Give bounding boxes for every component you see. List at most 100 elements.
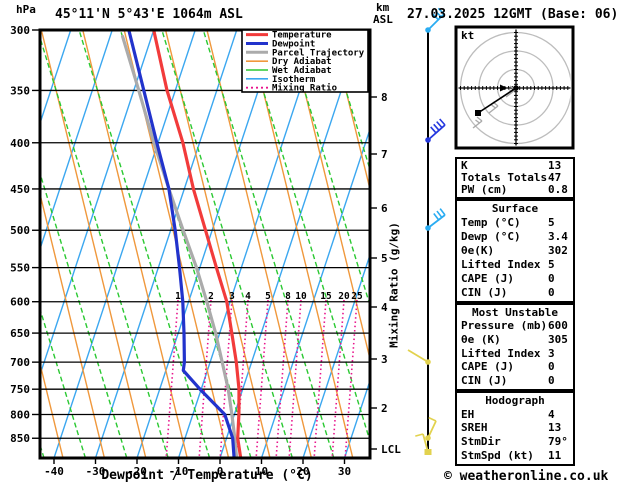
stats-box-header: Hodograph [485, 393, 545, 407]
wet-adiabat-line [202, 31, 335, 457]
stats-row: StmDir 79° [461, 436, 569, 448]
skewt-sounding-screen: 1 2 3 4 5 8 10 15 20 25 300 350 400 450 500 550 600 650 70… [0, 0, 629, 486]
station-title: 45°11'N 5°43'E 1064m ASL [55, 7, 243, 22]
stats-row: StmSpd (kt) 11 [461, 450, 569, 462]
pressure-tick-label: 750 [10, 383, 30, 396]
stats-row-label: Pressure (mb) [461, 319, 548, 333]
height-axis-unit-asl: ASL [373, 13, 393, 26]
wet-adiabat-line [161, 31, 293, 457]
stats-box-0: K 13 Totals Totals 47 PW (cm) 0.8 [455, 157, 575, 199]
wind-barb-column [407, 7, 446, 455]
km-tick-label: 6 [381, 202, 388, 215]
stats-box-header: Surface [491, 202, 539, 215]
copyright-watermark: © weatheronline.co.uk [444, 469, 609, 484]
stats-row-label: CAPE (J) [461, 360, 514, 374]
wet-adiabat-line [244, 31, 369, 439]
isotherm-line [95, 31, 237, 457]
stats-box-2: Most Unstable Pressure (mb) 600 θe (K) 305 Li… [455, 303, 575, 391]
pressure-tick-label: 300 [10, 24, 30, 37]
stats-row: CAPE (J) 0 [461, 361, 569, 373]
stats-row-value: 302 [548, 244, 568, 257]
pressure-tick-label: 800 [10, 408, 30, 421]
mixing-ratio-value: 20 [338, 291, 350, 302]
pressure-tick-label: 650 [10, 327, 30, 340]
stats-box-1: Surface Temp (°C) 5 Dewp (°C) 3.4 θe(K) 302 Lif… [455, 199, 575, 303]
pressure-axis-unit: hPa [16, 3, 36, 16]
km-tick-label: 7 [381, 148, 388, 161]
stats-box-3: Hodograph EH 4 SREH 13 StmDir 79° StmSpd (kt) 11 [455, 391, 575, 466]
stats-row: CIN (J) 0 [461, 287, 569, 299]
stats-box-header: Most Unstable [471, 305, 559, 319]
pressure-tick-label: 550 [10, 262, 30, 275]
temperature-tick-label: -40 [44, 465, 64, 478]
stats-row-label: CIN (J) [461, 374, 508, 388]
stats-row-value: 305 [548, 333, 568, 347]
stats-row-value: 0.8 [548, 183, 568, 196]
isotherm-line [53, 31, 196, 457]
km-tick-label: 8 [381, 91, 388, 104]
mixing-ratio-value: 1 [175, 291, 181, 302]
stats-row: CIN (J) 0 [461, 375, 569, 387]
lcl-label: LCL [381, 443, 401, 456]
stats-row-label: Lifted Index [461, 346, 541, 360]
stats-row-label: EH [461, 407, 475, 421]
isotherm-line [178, 31, 320, 457]
stats-row: Pressure (mb) 600 [461, 320, 569, 332]
stats-row-value: 0 [548, 272, 555, 285]
stats-row-value: 13 [548, 421, 562, 435]
stats-row: Dewp (°C) 3.4 [461, 231, 569, 243]
stats-row: Lifted Index 5 [461, 259, 569, 271]
stats-row-value: 5 [548, 216, 555, 229]
stats-row-label: SREH [461, 421, 488, 435]
mixing-ratio-value: 15 [320, 291, 332, 302]
mixing-ratio-value: 5 [265, 291, 271, 302]
mixing-ratio-value: 25 [351, 291, 363, 302]
hodograph-marker-square [475, 110, 481, 116]
stats-row-value: 0 [548, 374, 555, 388]
stats-row-label: Dewp (°C) [461, 230, 521, 243]
stats-row: Temp (°C) 5 [461, 217, 569, 229]
mixing-ratio-value: 2 [208, 291, 214, 302]
wind-barb [425, 416, 437, 441]
stats-row-value: 5 [548, 258, 555, 271]
stats-row: Lifted Index 3 [461, 348, 569, 360]
mixing-ratio-line [288, 299, 302, 457]
pressure-tick-label: 350 [10, 84, 30, 97]
mixing-ratio-axis-label: Mixing Ratio (g/kg) [387, 222, 401, 348]
wet-adiabat-line [0, 30, 3, 458]
stats-row-label: StmDir [461, 435, 501, 449]
legend: TemperatureDewpointParcel TrajectoryDry … [241, 29, 369, 94]
temperature-axis-label: Dewpoint / Temperature (°C) [101, 468, 313, 483]
mixing-ratio-value: 8 [285, 291, 291, 302]
stats-row-label: Temp (°C) [461, 216, 521, 229]
stats-row: EH 4 [461, 409, 569, 421]
stats-row-value: 3 [548, 346, 555, 360]
stats-row-value: 3.4 [548, 230, 568, 243]
hodograph [454, 25, 575, 150]
pressure-tick-label: 450 [10, 183, 30, 196]
mixing-ratio-value: 4 [245, 291, 251, 302]
stats-row-label: CIN (J) [461, 286, 508, 299]
pressure-tick-label: 850 [10, 432, 30, 445]
mixing-ratio-line [255, 299, 269, 457]
km-tick-label: 2 [381, 402, 388, 415]
parcel-trajectory-curve [120, 34, 239, 457]
stats-row-label: StmSpd (kt) [461, 449, 534, 463]
hodograph-marker-dot [513, 85, 519, 91]
legend-label: Mixing Ratio [272, 83, 337, 94]
stats-row: CAPE (J) 0 [461, 273, 569, 285]
stats-row-value: 4 [548, 407, 555, 421]
isotherm-line [219, 31, 362, 457]
stats-row: SREH 13 [461, 422, 569, 434]
pressure-tick-label: 400 [10, 137, 30, 150]
pressure-tick-label: 600 [10, 296, 30, 309]
hodograph-unit-label: kt [461, 29, 475, 42]
stats-row-value: 0 [548, 286, 555, 299]
isotherm-line [136, 31, 279, 457]
stats-row-value: 11 [548, 449, 562, 463]
stats-row: θe (K) 305 [461, 334, 569, 346]
skewt-background-lines: 1 2 3 4 5 8 10 15 20 25 [0, 30, 369, 458]
stats-row-label: PW (cm) [461, 183, 508, 196]
run-datetime: 27.03.2025 12GMT (Base: 06) [407, 7, 619, 22]
stats-row-value: 600 [548, 319, 568, 333]
